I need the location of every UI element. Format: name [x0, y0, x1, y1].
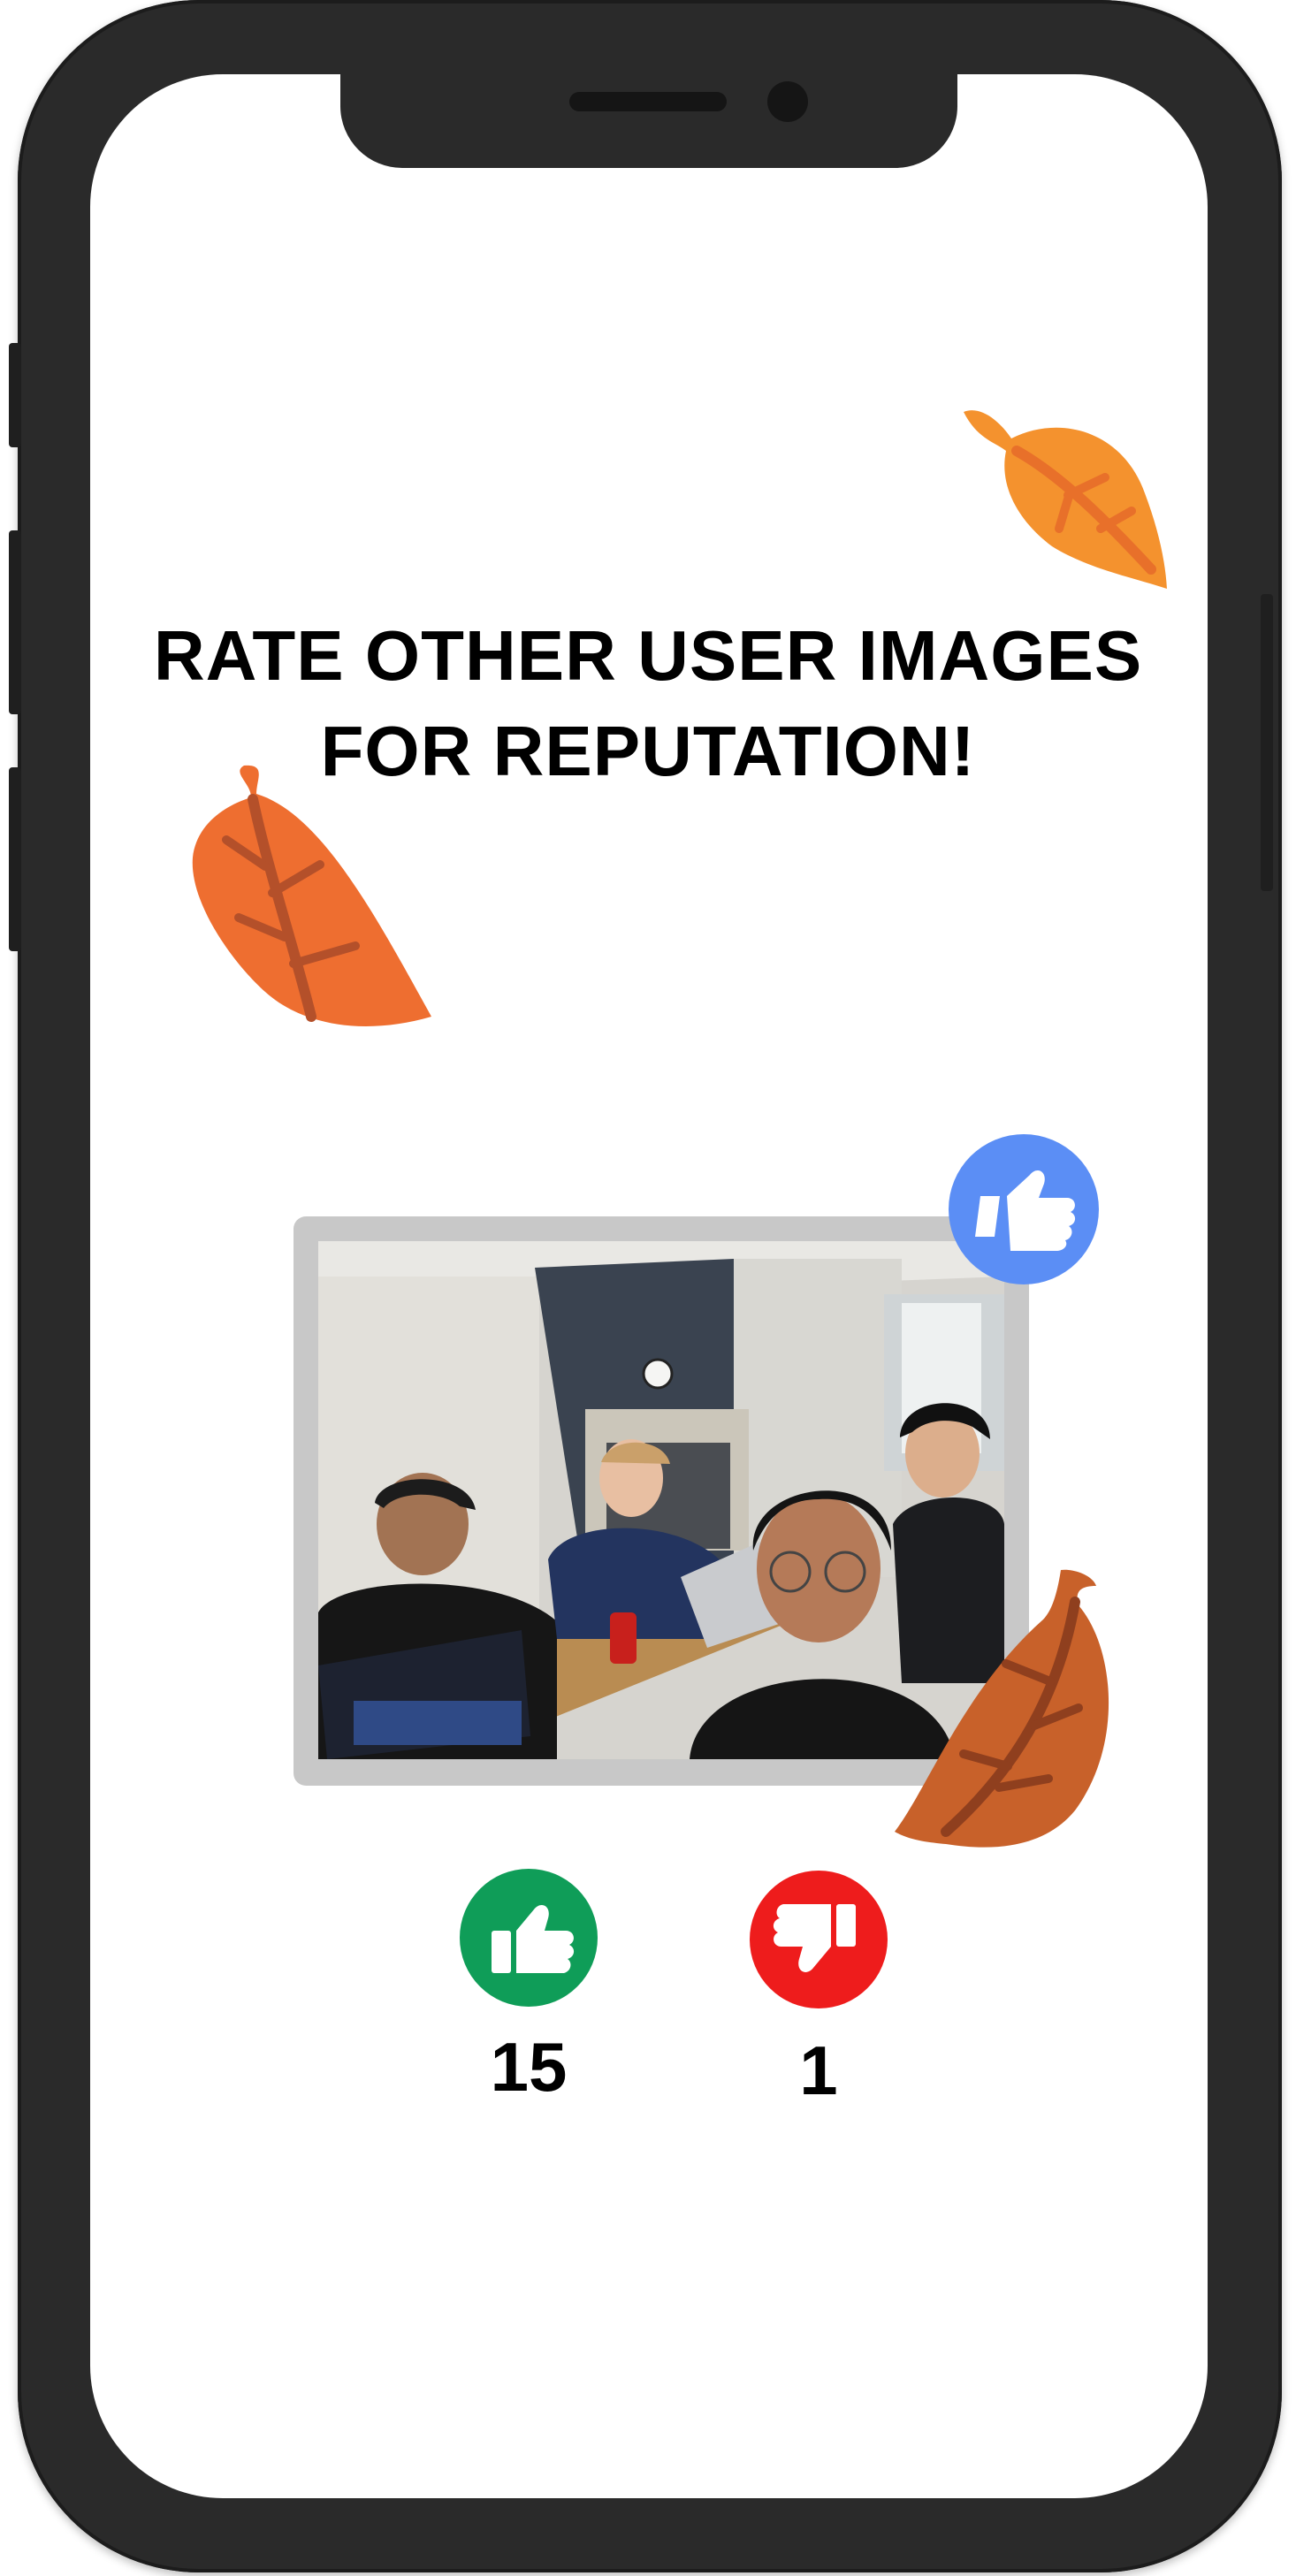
- page-title-line-1: RATE OTHER USER IMAGES: [153, 616, 1143, 695]
- page-title: RATE OTHER USER IMAGES FOR REPUTATION!: [106, 608, 1190, 799]
- reputation-badge: [949, 1134, 1099, 1284]
- leaf-icon: [192, 765, 432, 1026]
- speaker-grille: [569, 92, 727, 111]
- phone-power-button: [1261, 594, 1273, 891]
- phone-volume-down-button: [9, 767, 21, 951]
- leaf-icon: [964, 410, 1167, 589]
- page-title-line-2: FOR REPUTATION!: [320, 712, 976, 790]
- like-count: 15: [490, 2028, 568, 2106]
- phone-notch: [340, 71, 957, 168]
- thumbs-down-icon: [773, 1904, 856, 1972]
- phone-side-button-top: [9, 343, 21, 447]
- dislike-button[interactable]: [750, 1871, 888, 2008]
- like-button[interactable]: [460, 1869, 598, 2007]
- thumbs-up-icon: [492, 1905, 575, 1973]
- phone-volume-up-button: [9, 530, 21, 714]
- front-camera: [767, 81, 808, 122]
- dislike-count: 1: [799, 2031, 838, 2109]
- thumbs-up-icon: [975, 1170, 1076, 1251]
- leaf-icon: [895, 1569, 1109, 1848]
